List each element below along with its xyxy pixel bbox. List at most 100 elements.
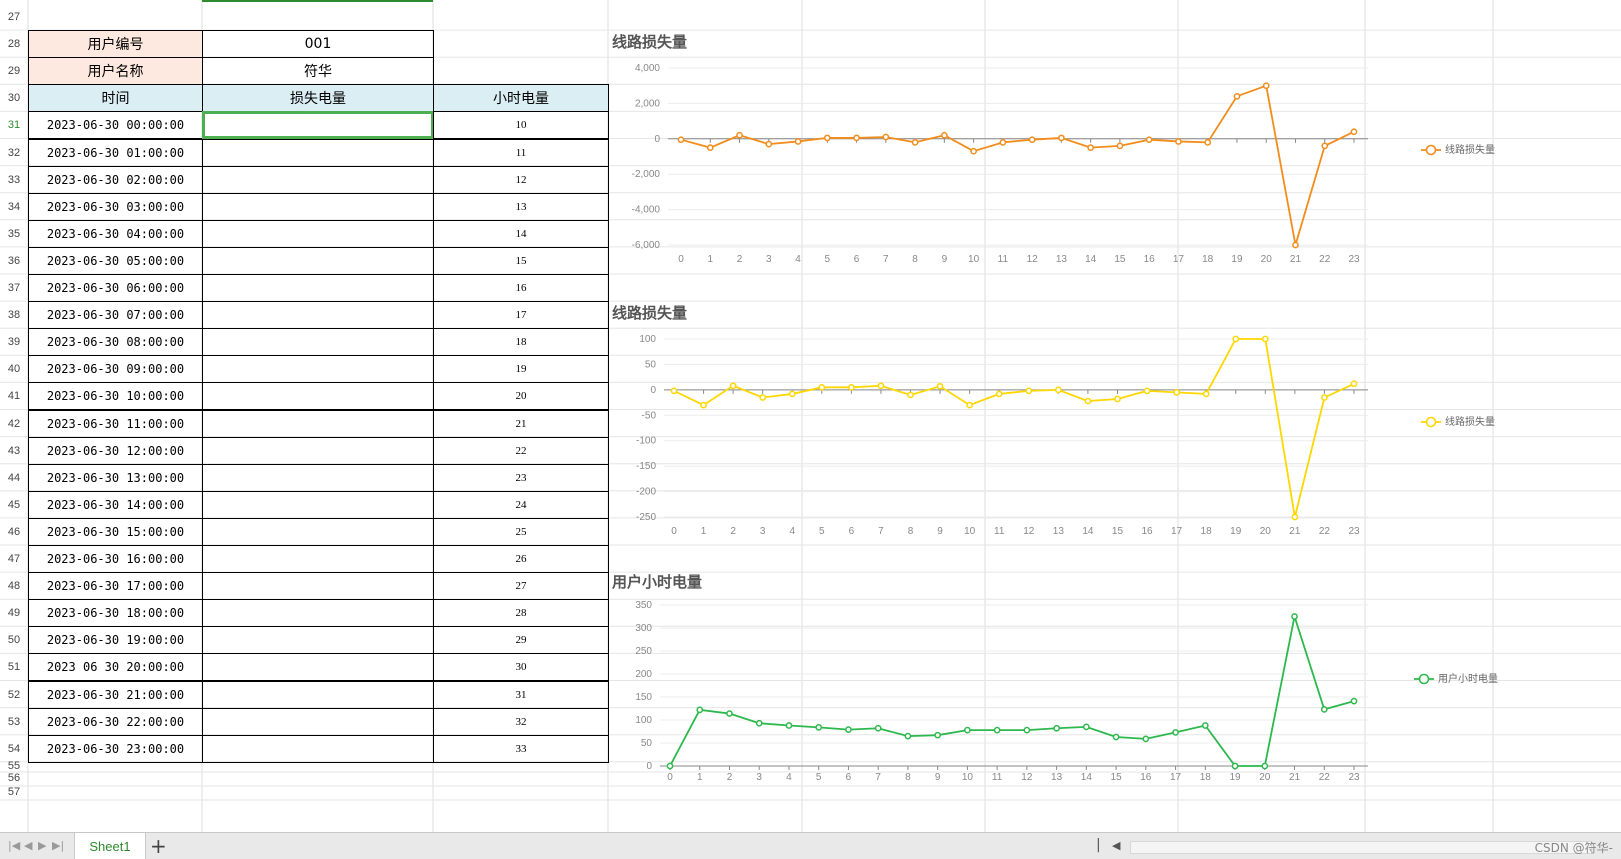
data-point [1261, 762, 1269, 770]
x-tick-label: 23 [1348, 254, 1360, 265]
data-point [845, 726, 852, 734]
first-sheet-icon[interactable]: |◀ [8, 839, 20, 852]
scroll-left-icon[interactable]: ◀ [1112, 839, 1120, 852]
data-point [940, 131, 948, 139]
hscroll-divider-icon[interactable]: | [1096, 837, 1101, 853]
x-tick-label: 11 [998, 254, 1009, 265]
data-point [706, 144, 714, 151]
data-point [794, 138, 802, 145]
spreadsheet-grid[interactable]: 27 28 29 30 31 32 33 34 35 36 37 38 39 40 41 42 43 44 45 46… [0, 0, 1621, 832]
y-tick-label: 350 [635, 600, 652, 611]
x-tick-label: 2 [737, 254, 743, 265]
tab-sheet1[interactable]: Sheet1 [74, 833, 146, 859]
last-sheet-icon[interactable]: ▶| [52, 839, 64, 852]
next-sheet-icon[interactable]: ▶ [38, 839, 46, 852]
x-tick-label: 22 [1319, 526, 1331, 537]
x-tick-label: 1 [707, 254, 713, 265]
y-tick-label: -250 [636, 512, 656, 523]
y-tick-label: 0 [646, 761, 652, 772]
chart-legend: 线路损失量 [1421, 143, 1495, 156]
chart-1[interactable]: 线路损失量4,0002,0000-2,000-4,000-6,0000 1 2 3 4 5… [612, 33, 1495, 265]
data-point [964, 726, 971, 734]
data-point [995, 390, 1003, 398]
x-tick-label: 10 [968, 254, 980, 265]
data-point [1233, 92, 1241, 100]
x-tick-label: 8 [912, 254, 918, 265]
x-tick-label: 14 [1081, 772, 1093, 783]
x-tick-label: 8 [908, 526, 914, 537]
data-point [1291, 513, 1299, 521]
data-point [785, 722, 793, 729]
legend-marker [1425, 144, 1437, 156]
data-point [726, 710, 733, 717]
y-tick-label: 4,000 [635, 63, 660, 74]
x-tick-label: 23 [1348, 526, 1360, 537]
y-tick-label: 250 [635, 646, 652, 657]
x-tick-label: 21 [1289, 526, 1301, 537]
data-point [788, 390, 796, 398]
data-point [904, 732, 912, 740]
charts-area: 线路损失量4,0002,0000-2,000-4,000-6,0000 1 2 3 4 5… [612, 33, 1498, 783]
chart-title: 用户小时电量 [612, 573, 702, 591]
data-point [1202, 390, 1210, 398]
data-point [1320, 706, 1328, 713]
x-tick-label: 0 [671, 526, 677, 537]
chart-2[interactable]: 线路损失量100500-50-100-150-200-2500 1 2 3 4 5 6 7 8 9… [612, 304, 1495, 537]
series-line [680, 84, 1355, 246]
x-tick-label: 19 [1230, 526, 1242, 537]
data-point [966, 401, 974, 409]
x-tick-label: 22 [1319, 772, 1331, 783]
x-tick-label: 15 [1111, 772, 1123, 783]
x-tick-label: 21 [1290, 254, 1302, 265]
x-tick-label: 12 [1021, 772, 1033, 783]
data-point [759, 394, 767, 401]
add-sheet-icon[interactable]: + [150, 833, 167, 859]
x-tick-label: 20 [1260, 526, 1272, 537]
prev-sheet-icon[interactable]: ◀ [24, 839, 32, 852]
data-point [677, 136, 685, 144]
x-tick-label: 18 [1200, 772, 1212, 783]
x-tick-label: 7 [883, 254, 889, 265]
data-point [696, 706, 704, 714]
data-point [736, 131, 743, 139]
data-point [874, 724, 882, 732]
x-tick-label: 14 [1082, 526, 1094, 537]
data-point [1023, 726, 1031, 734]
data-point [1082, 723, 1090, 731]
x-tick-label: 10 [962, 772, 974, 783]
x-tick-label: 4 [786, 772, 792, 783]
data-point [1143, 387, 1151, 395]
data-point [1053, 724, 1060, 732]
chart-3[interactable]: 用户小时电量3503002502001501005000 1 2 3 4 5 6 7 8 9 10 1… [612, 573, 1498, 783]
x-tick-label: 19 [1231, 254, 1243, 265]
x-tick-label: 7 [878, 526, 884, 537]
x-tick-label: 18 [1202, 254, 1214, 265]
data-point [815, 724, 823, 731]
x-tick-label: 16 [1141, 526, 1153, 537]
data-point [1231, 762, 1239, 770]
x-tick-label: 11 [994, 526, 1005, 537]
x-tick-label: 2 [730, 526, 736, 537]
data-point [993, 726, 1001, 734]
legend-label: 线路损失量 [1445, 415, 1495, 428]
data-point [666, 762, 674, 770]
y-tick-label: 150 [635, 692, 652, 703]
horizontal-scrollbar[interactable] [1130, 841, 1592, 854]
data-point [970, 147, 977, 155]
y-tick-label: -200 [636, 487, 656, 498]
y-tick-label: -4,000 [632, 205, 661, 216]
x-tick-label: 14 [1085, 254, 1097, 265]
data-point [818, 383, 826, 391]
data-point [1054, 386, 1062, 394]
sheet-tab-bar: |◀ ◀ ▶ ▶| Sheet1 + | ◀ CSDN @符华- [0, 832, 1621, 859]
data-point [1142, 735, 1150, 743]
data-point [1350, 697, 1358, 705]
x-tick-label: 13 [1053, 526, 1065, 537]
y-tick-label: 0 [654, 134, 660, 145]
data-point [823, 134, 831, 142]
y-tick-label: 100 [639, 334, 656, 345]
x-tick-label: 17 [1171, 526, 1183, 537]
data-point [1145, 136, 1153, 144]
data-point [1112, 733, 1120, 741]
chart-title: 线路损失量 [612, 33, 687, 51]
